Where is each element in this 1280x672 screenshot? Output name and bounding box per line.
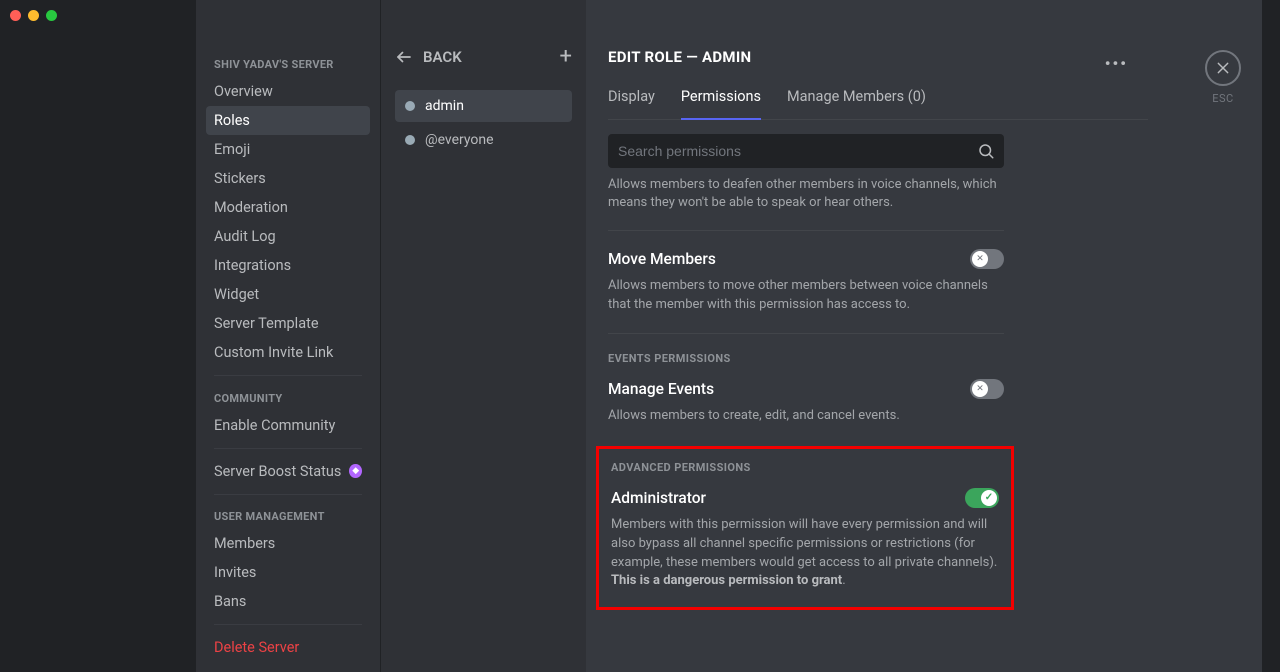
admin-desc-warning: This is a dangerous permission to grant — [611, 573, 842, 588]
minimize-window-dot[interactable] — [28, 10, 39, 21]
sidebar-item-server-template[interactable]: Server Template — [206, 309, 370, 338]
close-button[interactable] — [1205, 50, 1241, 86]
admin-desc-text: Members with this permission will have e… — [611, 517, 997, 570]
sidebar-item-audit-log[interactable]: Audit Log — [206, 222, 370, 251]
role-color-dot — [405, 135, 415, 145]
role-color-dot — [405, 101, 415, 111]
toggle-administrator[interactable] — [965, 488, 999, 508]
perm-desc-cutoff: Allows members to deafen other members i… — [608, 176, 1004, 212]
perm-title: Move Members — [608, 250, 716, 268]
community-heading: COMMUNITY — [206, 384, 370, 411]
roles-column: BACK + admin @everyone — [380, 0, 586, 672]
search-wrap — [608, 134, 1004, 168]
sidebar-item-widget[interactable]: Widget — [206, 280, 370, 309]
close-icon — [1215, 60, 1231, 76]
sidebar-item-bans[interactable]: Bans — [206, 587, 370, 616]
divider — [214, 494, 362, 495]
sidebar-item-enable-community[interactable]: Enable Community — [206, 411, 370, 440]
window-traffic-lights — [10, 10, 57, 21]
perm-move-members-row: Move Members — [608, 249, 1004, 269]
more-options-button[interactable]: ••• — [1105, 54, 1128, 73]
back-label: BACK — [423, 48, 462, 66]
right-gutter — [1262, 0, 1280, 672]
sidebar-item-integrations[interactable]: Integrations — [206, 251, 370, 280]
divider — [214, 448, 362, 449]
arrow-left-icon — [395, 48, 413, 66]
sidebar-item-stickers[interactable]: Stickers — [206, 164, 370, 193]
sidebar-item-server-boost[interactable]: Server Boost Status ◆ — [206, 457, 370, 486]
role-item-everyone[interactable]: @everyone — [395, 124, 572, 156]
close-column: ESC — [1184, 0, 1262, 672]
divider — [214, 624, 362, 625]
sidebar-item-overview[interactable]: Overview — [206, 77, 370, 106]
perm-desc: Allows members to create, edit, and canc… — [608, 407, 1004, 426]
perm-desc: Allows members to move other members bet… — [608, 277, 1004, 315]
user-mgmt-heading: USER MANAGEMENT — [206, 502, 370, 529]
section-heading-events: EVENTS PERMISSIONS — [608, 352, 1004, 365]
page-title: EDIT ROLE — ADMIN — [608, 48, 1148, 66]
sidebar-item-invites[interactable]: Invites — [206, 558, 370, 587]
esc-label: ESC — [1212, 92, 1233, 105]
divider — [608, 333, 1004, 334]
sidebar-item-delete-server[interactable]: Delete Server — [206, 633, 370, 662]
left-gutter — [0, 0, 196, 672]
boost-label: Server Boost Status — [214, 463, 341, 480]
tab-display[interactable]: Display — [608, 88, 655, 119]
tab-permissions[interactable]: Permissions — [681, 88, 761, 119]
sidebar-item-moderation[interactable]: Moderation — [206, 193, 370, 222]
perm-manage-events-row: Manage Events — [608, 379, 1004, 399]
settings-sidebar: SHIV YADAV'S SERVER Overview Roles Emoji… — [196, 0, 380, 672]
sidebar-item-roles[interactable]: Roles — [206, 106, 370, 135]
search-input[interactable] — [608, 134, 1004, 168]
role-item-admin[interactable]: admin — [395, 90, 572, 122]
perm-title: Administrator — [611, 489, 706, 507]
close-window-dot[interactable] — [10, 10, 21, 21]
add-role-button[interactable]: + — [560, 46, 572, 68]
role-name: @everyone — [425, 132, 494, 148]
sidebar-item-emoji[interactable]: Emoji — [206, 135, 370, 164]
perm-desc: Members with this permission will have e… — [611, 516, 999, 591]
toggle-move-members[interactable] — [970, 249, 1004, 269]
perm-administrator-row: Administrator — [611, 488, 999, 508]
toggle-manage-events[interactable] — [970, 379, 1004, 399]
divider — [214, 375, 362, 376]
search-icon — [977, 142, 995, 160]
perm-title: Manage Events — [608, 380, 714, 398]
permissions-list: Allows members to deafen other members i… — [608, 176, 1004, 610]
sidebar-item-custom-invite[interactable]: Custom Invite Link — [206, 338, 370, 367]
boost-icon: ◆ — [349, 464, 362, 478]
server-heading: SHIV YADAV'S SERVER — [206, 50, 370, 77]
main-content: EDIT ROLE — ADMIN ••• Display Permission… — [586, 0, 1184, 672]
maximize-window-dot[interactable] — [46, 10, 57, 21]
tab-manage-members[interactable]: Manage Members (0) — [787, 88, 926, 119]
highlight-annotation: ADVANCED PERMISSIONS Administrator Membe… — [596, 446, 1014, 610]
divider — [608, 230, 1004, 231]
tabs: Display Permissions Manage Members (0) — [608, 88, 1148, 120]
back-button[interactable]: BACK — [395, 48, 462, 66]
sidebar-item-members[interactable]: Members — [206, 529, 370, 558]
role-name: admin — [425, 98, 464, 114]
section-heading-advanced: ADVANCED PERMISSIONS — [611, 461, 999, 474]
